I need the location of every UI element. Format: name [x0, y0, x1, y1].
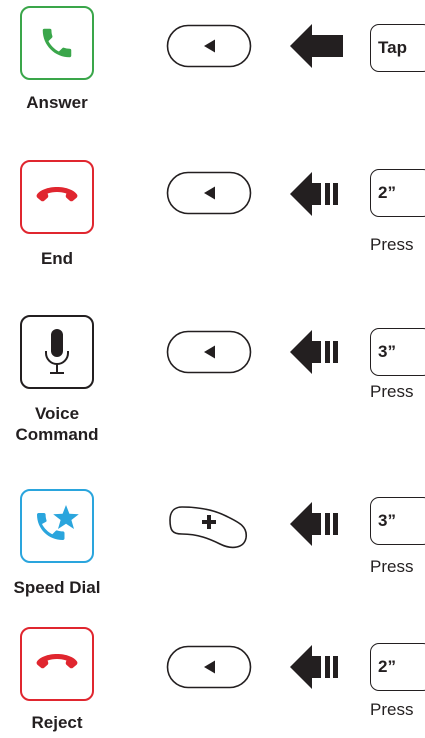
press-label: Press [370, 557, 414, 576]
back-button[interactable] [166, 330, 252, 374]
caption-end: End [40, 249, 74, 268]
caption-reject: Reject [31, 713, 83, 732]
caption-voice-command-line1: Voice [34, 404, 80, 423]
hang-up-icon [36, 654, 78, 669]
back-button[interactable] [166, 171, 252, 215]
phone-icon [42, 28, 72, 58]
duration-3s: 3” [370, 497, 425, 545]
duration-3s: 3” [370, 328, 425, 376]
hold-left-arrow-icon [290, 330, 344, 374]
caption-voice-command-line2: Command [15, 425, 99, 444]
duration-tap: Tap [370, 24, 425, 72]
hold-left-arrow-icon [290, 172, 344, 216]
back-button[interactable] [166, 645, 252, 689]
solid-left-arrow-icon [290, 24, 344, 68]
press-label: Press [370, 382, 414, 401]
press-label: Press [370, 235, 414, 254]
duration-2s: 2” [370, 169, 425, 217]
back-button[interactable] [166, 24, 252, 68]
press-label: Press [370, 700, 414, 719]
reject-icon-box[interactable] [20, 627, 94, 701]
speed-dial-icon-box[interactable] [20, 489, 94, 563]
plus-button[interactable] [168, 504, 250, 549]
answer-icon-box[interactable] [20, 6, 94, 80]
hang-up-icon [36, 187, 78, 202]
voice-command-icon-box[interactable] [20, 315, 94, 389]
duration-2s: 2” [370, 643, 425, 691]
end-icon-box[interactable] [20, 160, 94, 234]
hold-left-arrow-icon [290, 502, 344, 546]
microphone-icon [45, 329, 69, 374]
caption-answer: Answer [26, 93, 88, 112]
hold-left-arrow-icon [290, 645, 344, 689]
phone-star-icon [37, 505, 79, 540]
caption-speed-dial: Speed Dial [13, 578, 101, 597]
caption-voice-command: Voice Command [0, 403, 114, 445]
